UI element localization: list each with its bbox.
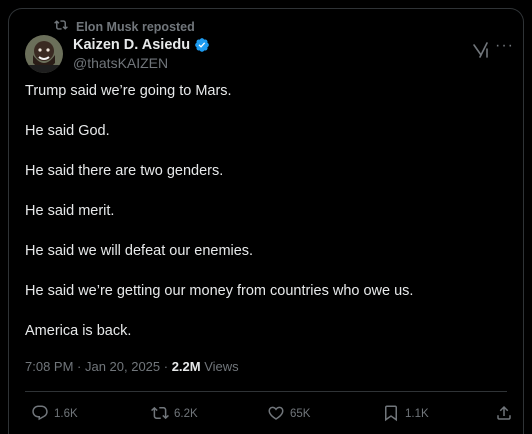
heart-icon [267,404,285,425]
tweet-line: He said we will defeat our enemies. [25,243,254,259]
bookmark-icon [382,404,400,425]
tweet-meta: 7:08 PM · Jan 20, 2025 · 2.2M Views [25,359,239,374]
bookmark-button[interactable]: 1.1K [382,399,429,429]
repost-count: 6.2K [174,408,198,420]
bookmark-count: 1.1K [405,408,429,420]
repost-icon [54,18,68,35]
tweet-line: Trump said we’re going to Mars. [25,83,232,99]
more-options-icon[interactable]: ··· [495,37,514,55]
repost-icon [151,404,169,425]
reply-count: 1.6K [54,408,78,420]
verified-badge-icon [194,37,210,53]
grok-icon[interactable] [472,41,490,59]
tweet-line: He said merit. [25,203,115,219]
divider [25,391,507,392]
repost-text: Elon Musk reposted [76,19,195,34]
reply-button[interactable]: 1.6K [31,399,78,429]
tweet-line: America is back. [25,323,132,339]
author-name[interactable]: Kaizen D. Asiedu [73,37,190,53]
timestamp[interactable]: 7:08 PM · Jan 20, 2025 · [25,359,172,374]
tweet-line: He said there are two genders. [25,163,224,179]
views-count: 2.2M [171,359,201,374]
action-bar: 1.6K 6.2K 65K 1.1K [25,399,511,429]
avatar[interactable] [25,35,63,73]
share-button[interactable] [495,399,513,429]
repost-indicator[interactable]: Elon Musk reposted [54,18,195,35]
views-label: Views [200,359,239,374]
tweet-card[interactable]: Elon Musk reposted Kaizen D. Asiedu @tha… [8,8,524,434]
tweet-line: He said God. [25,123,110,139]
author-handle[interactable]: @thatsKAIZEN [73,55,168,71]
like-count: 65K [290,408,311,420]
repost-button[interactable]: 6.2K [151,399,198,429]
author-name-row[interactable]: Kaizen D. Asiedu [73,37,210,53]
reply-icon [31,404,49,425]
tweet-line: He said we’re getting our money from cou… [25,283,414,299]
share-icon [495,404,513,425]
like-button[interactable]: 65K [267,399,310,429]
